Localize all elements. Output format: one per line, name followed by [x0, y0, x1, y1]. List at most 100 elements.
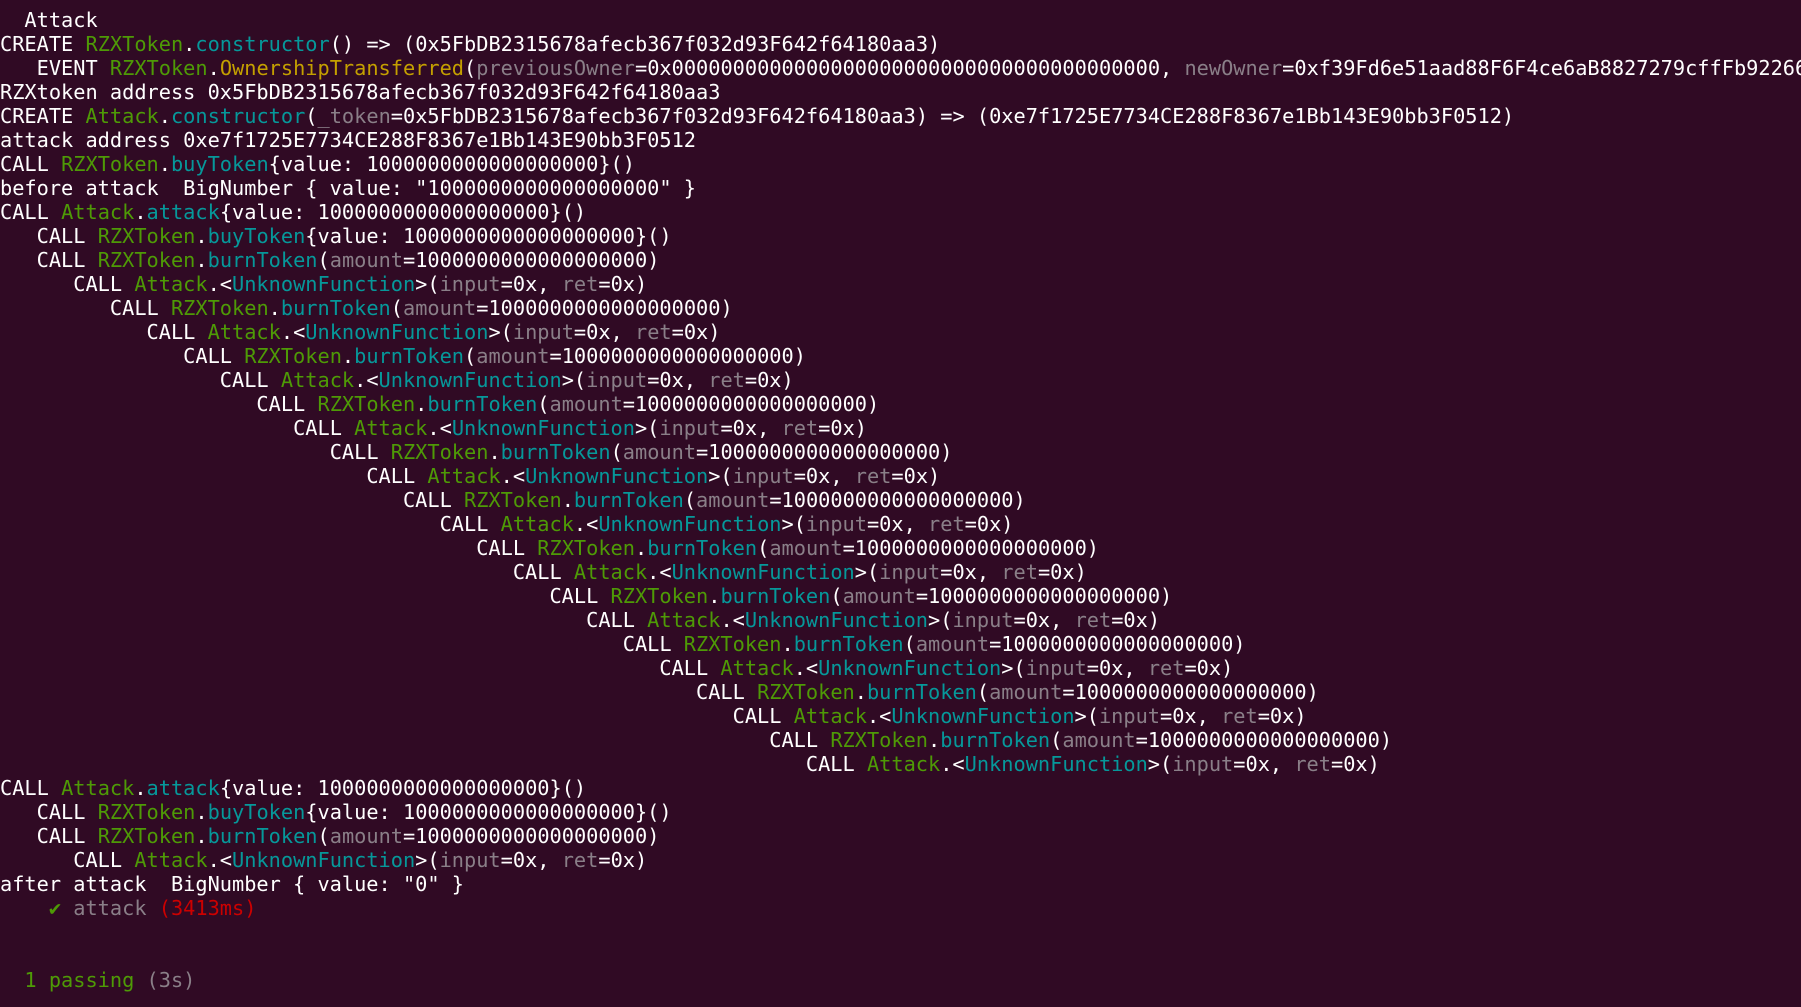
terminal-line: CREATE RZXToken.constructor() => (0x5FbD…	[0, 32, 1801, 56]
line-segment: CREATE	[0, 32, 86, 56]
line-segment: (	[305, 104, 318, 128]
line-segment: =0x,	[940, 560, 1002, 584]
line-segment: =1000000000000000000)	[622, 392, 880, 416]
line-segment: after attack BigNumber { value: "0" }	[0, 872, 464, 896]
line-segment: Attack	[207, 320, 281, 344]
line-segment: (	[830, 584, 843, 608]
line-segment: amount	[329, 248, 403, 272]
line-segment: .	[488, 440, 501, 464]
line-segment: Attack	[61, 776, 135, 800]
line-segment: =0x,	[866, 512, 929, 536]
terminal-line: CALL RZXToken.burnToken(amount=100000000…	[0, 440, 1801, 464]
terminal-line: 1 passing (3s)	[0, 968, 1801, 992]
line-segment: .<	[207, 848, 233, 872]
line-segment: ret	[854, 464, 892, 488]
line-segment: =1000000000000000000)	[989, 632, 1246, 656]
line-segment: RZXToken	[537, 536, 635, 560]
line-segment: .	[341, 344, 355, 368]
line-segment: UnknownFunction	[451, 416, 635, 440]
line-segment: .<	[647, 560, 672, 584]
line-segment: ✔	[0, 896, 74, 920]
line-segment: Attack	[85, 104, 159, 128]
line-segment: .	[207, 56, 220, 80]
line-segment: attack	[146, 200, 220, 224]
line-segment: >(	[634, 416, 660, 440]
line-segment: .<	[354, 368, 379, 392]
line-segment: {value: 1000000000000000000}()	[268, 152, 635, 176]
line-segment: (	[610, 440, 623, 464]
line-segment: RZXToken	[390, 440, 489, 464]
line-segment: RZXToken	[85, 32, 184, 56]
line-segment: =0x,	[1086, 656, 1148, 680]
line-segment: amount	[769, 536, 843, 560]
line-segment: CALL	[329, 440, 391, 464]
line-segment: RZXToken	[97, 224, 196, 248]
line-segment: (	[976, 680, 990, 704]
line-segment: input	[439, 272, 501, 296]
line-segment: =1000000000000000000)	[696, 440, 953, 464]
line-segment: input	[439, 848, 501, 872]
line-segment: burnToken	[500, 440, 611, 464]
line-segment: (	[464, 344, 477, 368]
line-segment: RZXToken	[97, 800, 196, 824]
terminal-line: CALL Attack.<UnknownFunction>(input=0x, …	[0, 656, 1801, 680]
terminal-line: CALL RZXToken.burnToken(amount=100000000…	[0, 296, 1801, 320]
line-segment: .	[928, 728, 941, 752]
line-segment: {value: 1000000000000000000}()	[305, 224, 672, 248]
line-segment: =1000000000000000000)	[403, 824, 660, 848]
line-segment: =0x,	[647, 368, 709, 392]
line-segment: ret	[1074, 608, 1112, 632]
line-segment: =0x)	[1111, 608, 1161, 632]
terminal-line: EVENT RZXToken.OwnershipTransferred(prev…	[0, 56, 1801, 80]
line-segment: .<	[720, 608, 745, 632]
line-segment: CALL	[805, 752, 867, 776]
line-segment: input	[586, 368, 648, 392]
line-segment: burnToken	[207, 824, 318, 848]
terminal-line: CALL RZXToken.buyToken{value: 1000000000…	[0, 152, 1801, 176]
line-segment: >(	[415, 848, 440, 872]
terminal-line: CALL RZXToken.burnToken(amount=100000000…	[0, 632, 1801, 656]
line-segment: (	[1050, 728, 1063, 752]
line-segment: burnToken	[280, 296, 391, 320]
line-segment: input	[1172, 752, 1234, 776]
line-segment: input	[1098, 704, 1161, 728]
line-segment: CALL	[73, 848, 135, 872]
line-segment: .	[708, 584, 721, 608]
line-segment: ret	[561, 848, 599, 872]
line-segment: Attack	[500, 512, 574, 536]
line-segment: amount	[549, 392, 623, 416]
line-segment: CALL	[36, 248, 98, 272]
line-segment: =0x,	[1013, 608, 1075, 632]
line-segment: .	[134, 200, 147, 224]
line-segment: input	[952, 608, 1014, 632]
line-segment: =1000000000000000000)	[769, 488, 1026, 512]
line-segment: RZXToken	[61, 152, 159, 176]
terminal-line: CALL Attack.<UnknownFunction>(input=0x, …	[0, 704, 1801, 728]
line-segment: CALL	[549, 584, 611, 608]
line-segment: =0x0000000000000000000000000000000000000…	[635, 56, 1185, 80]
line-segment: .<	[280, 320, 306, 344]
line-segment: amount	[842, 584, 916, 608]
line-segment: Attack	[647, 608, 721, 632]
line-segment: CALL	[586, 608, 648, 632]
line-segment: .<	[866, 704, 892, 728]
line-segment: CALL	[476, 536, 538, 560]
line-segment: CALL	[439, 512, 501, 536]
line-segment: burnToken	[427, 392, 538, 416]
line-segment: .	[781, 632, 794, 656]
line-segment: =0x)	[1257, 704, 1307, 728]
line-segment: amount	[915, 632, 990, 656]
line-segment: .	[415, 392, 428, 416]
line-segment: =0x)	[964, 512, 1014, 536]
line-segment: constructor	[170, 104, 306, 128]
terminal-output[interactable]: Attack CREATE RZXToken.constructor() => (…	[0, 8, 1801, 1003]
line-segment: input	[879, 560, 941, 584]
